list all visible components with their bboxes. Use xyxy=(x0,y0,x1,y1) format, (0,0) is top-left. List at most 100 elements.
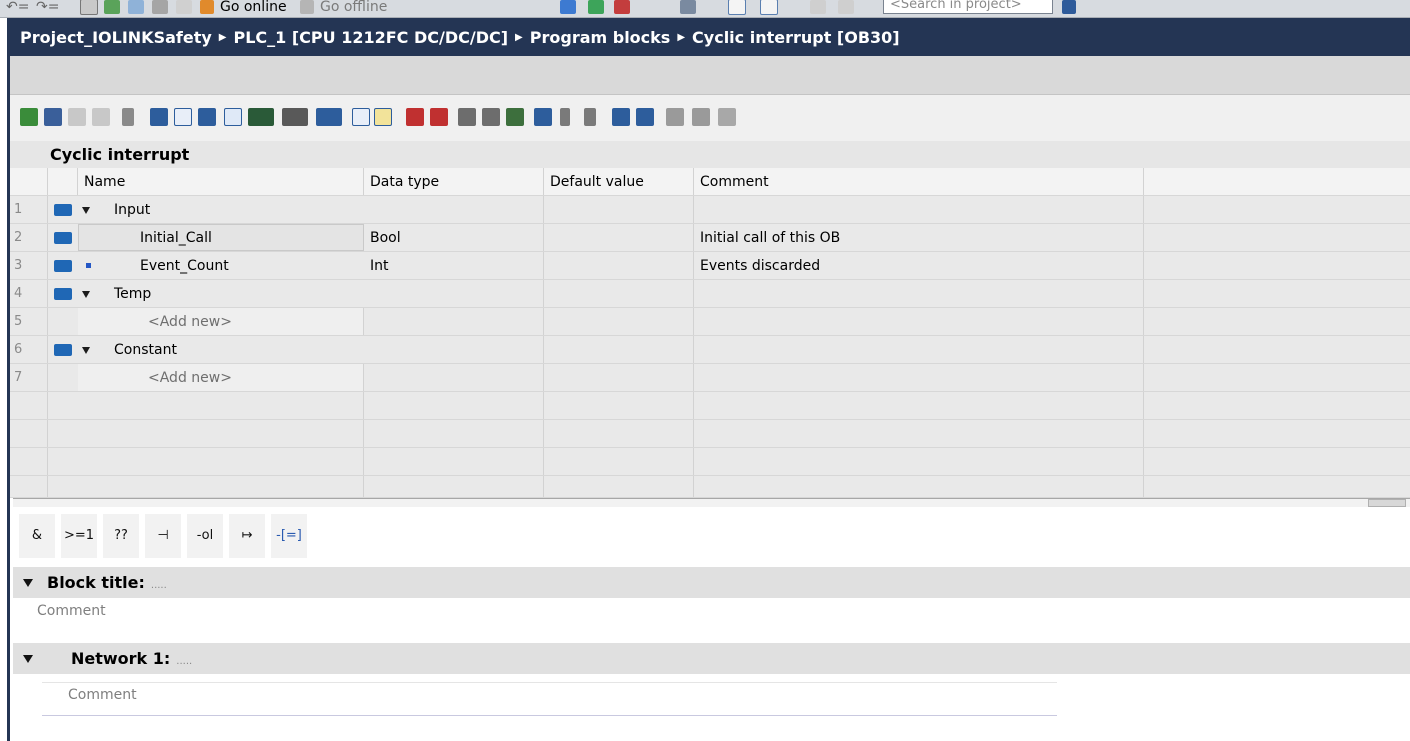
step-icon[interactable] xyxy=(482,108,500,126)
network-title-dots[interactable]: ..... xyxy=(176,656,192,667)
cell-default[interactable] xyxy=(544,336,694,363)
breadcrumb-project[interactable]: Project_IOLINKSafety xyxy=(20,28,212,47)
cell-comment[interactable]: Initial call of this OB xyxy=(694,224,1144,251)
expand-all-icon[interactable] xyxy=(150,108,168,126)
cell-comment[interactable] xyxy=(694,280,1144,307)
redo-icon[interactable]: ↷= xyxy=(36,0,59,17)
cell-data-type[interactable] xyxy=(364,336,544,363)
outdent-icon[interactable] xyxy=(584,108,596,126)
check-icon[interactable] xyxy=(810,0,826,17)
add-new-placeholder[interactable]: <Add new> xyxy=(148,308,232,336)
search-icon[interactable] xyxy=(1062,0,1076,17)
project-search-input[interactable]: <Search in project> xyxy=(883,0,1053,14)
compare-icon[interactable] xyxy=(534,108,552,126)
cell-default[interactable] xyxy=(544,196,694,223)
cell-default[interactable] xyxy=(544,224,694,251)
open-branch-button[interactable]: ↦ xyxy=(229,514,265,558)
runtime-icon[interactable] xyxy=(176,0,192,17)
compile-icon[interactable] xyxy=(80,0,98,17)
cell-comment[interactable] xyxy=(694,364,1144,391)
cell-comment[interactable] xyxy=(694,336,1144,363)
go-offline-button[interactable]: Go offline xyxy=(300,0,387,17)
cell-comment[interactable]: Events discarded xyxy=(694,252,1144,279)
cell-name[interactable]: Initial_Call xyxy=(140,224,212,252)
database-icon[interactable] xyxy=(718,108,736,126)
indent-icon[interactable] xyxy=(560,108,570,126)
negated-input-button[interactable]: -ol xyxy=(187,514,223,558)
go-online-button[interactable]: Go online xyxy=(200,0,287,17)
snapshot-icon[interactable] xyxy=(692,108,710,126)
collapse-all-icon[interactable] xyxy=(174,108,192,126)
block-title-dots[interactable]: ..... xyxy=(151,580,167,591)
cell-data-type[interactable] xyxy=(364,196,544,223)
cell-name[interactable]: Event_Count xyxy=(140,252,229,280)
table-row[interactable]: 1 Input xyxy=(10,196,1410,224)
expand-icon[interactable] xyxy=(82,347,90,354)
highlight-icon[interactable] xyxy=(374,108,392,126)
normally-open-contact-button[interactable]: ⊣ xyxy=(145,514,181,558)
cell-data-type[interactable] xyxy=(364,308,544,335)
table-row[interactable]: 5 <Add new> xyxy=(10,308,1410,336)
cell-comment[interactable] xyxy=(694,308,1144,335)
splitter-bar[interactable] xyxy=(13,498,1410,507)
next-error-icon[interactable] xyxy=(636,108,654,126)
cell-default[interactable] xyxy=(544,364,694,391)
collapse-icon[interactable] xyxy=(23,579,33,587)
table-row[interactable]: 6 Constant xyxy=(10,336,1410,364)
display-tags-icon[interactable] xyxy=(316,108,342,126)
wiring-icon[interactable] xyxy=(666,108,684,126)
header-data-type[interactable]: Data type xyxy=(364,168,544,195)
and-instruction-button[interactable]: & xyxy=(19,514,55,558)
monitor-icon[interactable] xyxy=(506,108,524,126)
cell-data-type[interactable]: Bool xyxy=(364,224,544,251)
table-row[interactable]: 7 <Add new> xyxy=(10,364,1410,392)
assignment-button[interactable]: -[=] xyxy=(271,514,307,558)
close-branch-icon[interactable] xyxy=(122,108,134,126)
cross-reference-icon[interactable] xyxy=(680,0,696,17)
or-instruction-button[interactable]: >=1 xyxy=(61,514,97,558)
start-cpu-icon[interactable] xyxy=(588,0,604,17)
cell-data-type[interactable] xyxy=(364,280,544,307)
cell-name[interactable]: Temp xyxy=(114,280,151,308)
upload-icon[interactable] xyxy=(128,0,144,17)
simulation-icon[interactable] xyxy=(152,0,168,17)
absolute-operands-icon[interactable] xyxy=(248,108,274,126)
download-icon[interactable] xyxy=(104,0,120,17)
breadcrumb-plc[interactable]: PLC_1 [CPU 1212FC DC/DC/DC] xyxy=(233,28,508,47)
split-vertical-icon[interactable] xyxy=(760,0,778,17)
cell-data-type[interactable]: Int xyxy=(364,252,544,279)
insert-row-icon[interactable] xyxy=(68,108,86,126)
insert-network-icon[interactable] xyxy=(20,108,38,126)
close-view-icon[interactable] xyxy=(838,0,854,17)
cell-data-type[interactable] xyxy=(364,364,544,391)
add-new-placeholder[interactable]: <Add new> xyxy=(148,364,232,392)
breadcrumb-block[interactable]: Cyclic interrupt [OB30] xyxy=(692,28,900,47)
block-comment[interactable]: Comment xyxy=(13,598,1410,626)
cell-default[interactable] xyxy=(544,252,694,279)
header-comment[interactable]: Comment xyxy=(694,168,1144,195)
breadcrumb-program-blocks[interactable]: Program blocks xyxy=(530,28,671,47)
delete-network-icon[interactable] xyxy=(44,108,62,126)
collapse-splitter-button[interactable] xyxy=(1368,499,1406,507)
table-row[interactable]: 2 Initial_Call Bool Initial call of this… xyxy=(10,224,1410,252)
comment-icon[interactable] xyxy=(224,108,242,126)
cell-name[interactable]: Input xyxy=(114,196,150,224)
table-row[interactable]: 3 Event_Count Int Events discarded xyxy=(10,252,1410,280)
cell-comment[interactable] xyxy=(694,196,1144,223)
header-default-value[interactable]: Default value xyxy=(544,168,694,195)
empty-box-button[interactable]: ?? xyxy=(103,514,139,558)
network-comment[interactable]: Comment xyxy=(42,682,1057,706)
cell-default[interactable] xyxy=(544,280,694,307)
expand-icon[interactable] xyxy=(82,207,90,214)
accessible-devices-icon[interactable] xyxy=(560,0,576,17)
favorites-icon[interactable] xyxy=(282,108,308,126)
block-title-header[interactable]: Block title:..... xyxy=(13,567,1410,598)
header-name[interactable]: Name xyxy=(78,168,364,195)
add-row-icon[interactable] xyxy=(92,108,110,126)
interface-view-icon[interactable] xyxy=(198,108,216,126)
table-row[interactable]: 4 Temp xyxy=(10,280,1410,308)
clear-breakpoint-icon[interactable] xyxy=(430,108,448,126)
expand-icon[interactable] xyxy=(82,291,90,298)
network-header[interactable]: Network 1:..... xyxy=(13,643,1410,674)
cell-default[interactable] xyxy=(544,308,694,335)
